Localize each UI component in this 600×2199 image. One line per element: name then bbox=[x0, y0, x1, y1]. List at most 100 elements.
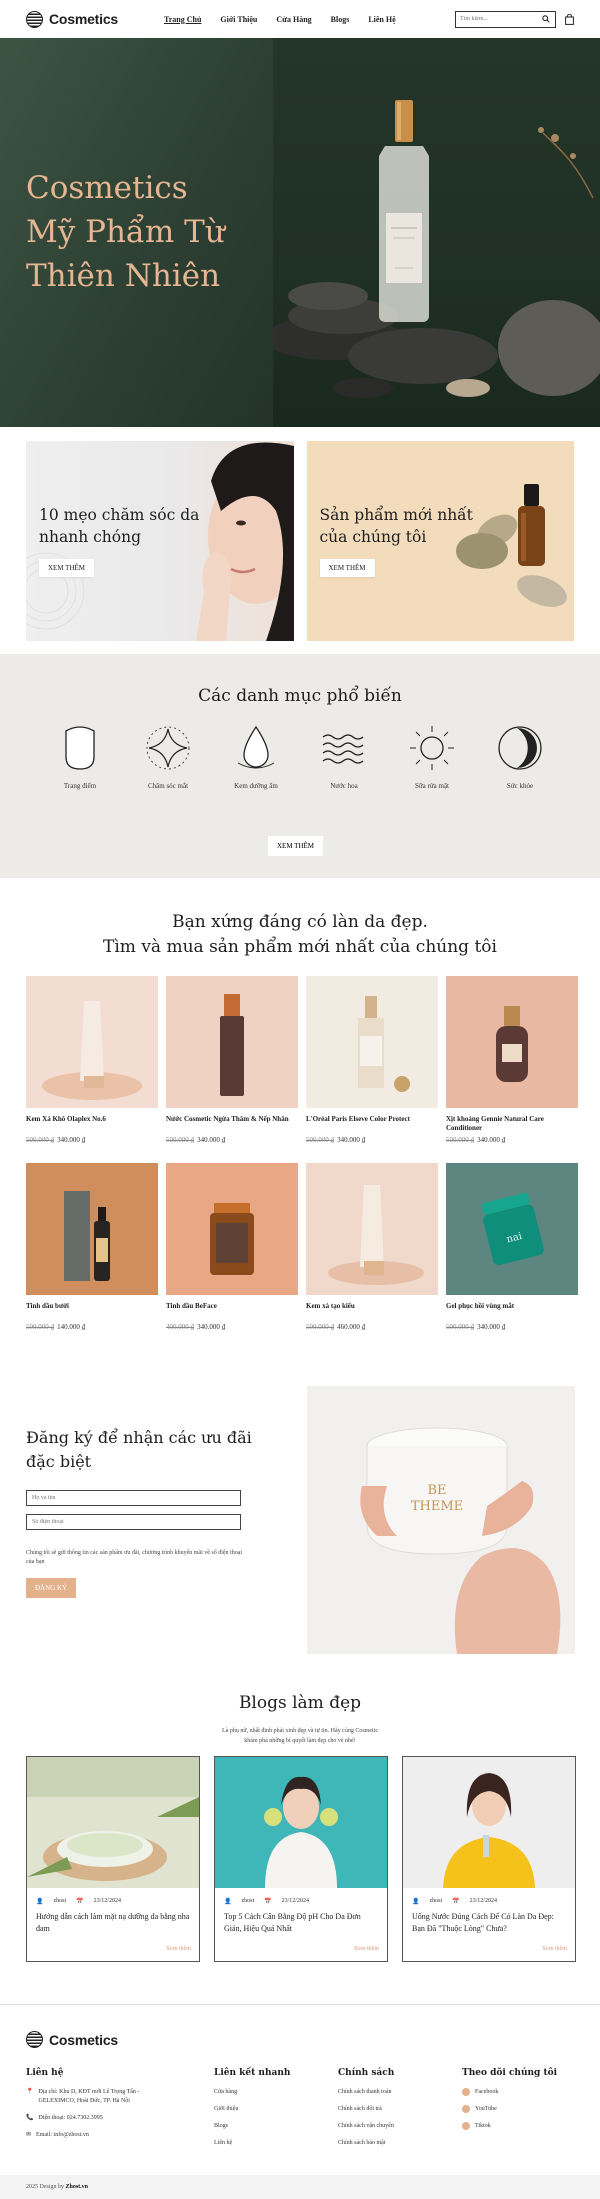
promo-tips-more-button[interactable]: XEM THÊM bbox=[39, 559, 95, 577]
footer-address: Địa chỉ: Khu D, KĐT mới Lê Trọng Tấn - G… bbox=[38, 2089, 140, 2104]
product-name[interactable]: L'Oréal Paris Elseve Color Protect bbox=[306, 1115, 438, 1133]
user-icon: 👤 bbox=[412, 1899, 420, 1905]
footer-contact: Liên hệ 📍 Địa chỉ: Khu D, KĐT mới Lê Trọn… bbox=[26, 2068, 176, 2148]
product-card[interactable]: nai Gel phục hồi vùng mắt 500.000 ₫ 340.0… bbox=[446, 1163, 578, 1350]
product-name[interactable]: Gel phục hồi vùng mắt bbox=[446, 1302, 578, 1320]
main-nav: Trang Chủ Giới Thiệu Cửa Hàng Blogs Liên… bbox=[164, 15, 396, 24]
footer-social-tiktok[interactable]: Tiktok bbox=[462, 2122, 572, 2131]
search-input[interactable] bbox=[460, 16, 542, 22]
promo-skincare-tips[interactable]: 10 mẹo chăm sóc da nhanh chóng XEM THÊM bbox=[26, 441, 294, 641]
promo-new-products-more-button[interactable]: XEM THÊM bbox=[319, 559, 375, 577]
footer-email[interactable]: Email: info@zhost.vn bbox=[36, 2131, 89, 2140]
blog-card[interactable]: 👤 zhost 📅 23/12/2024 Uống Nước Đúng Cách Để… bbox=[402, 1756, 576, 1962]
blog-meta: 👤 zhost 📅 23/12/2024 bbox=[215, 1888, 387, 1905]
product-card[interactable]: Xịt khoáng Gennie Natural Care Condition… bbox=[446, 976, 578, 1163]
product-name[interactable]: Tinh dầu BeFace bbox=[166, 1302, 298, 1320]
perfume-waves-icon bbox=[322, 734, 364, 764]
blog-read-more[interactable]: Xem thêm bbox=[354, 1946, 379, 1952]
product-name[interactable]: Nước Cosmetic Ngừa Thâm & Nếp Nhăn bbox=[166, 1115, 298, 1133]
footer-link-contact[interactable]: Liên hệ bbox=[214, 2139, 314, 2148]
product-name[interactable]: Kem Xả Khô Olaplex No.6 bbox=[26, 1115, 158, 1133]
category-cleanser[interactable]: Sữa rửa mặt bbox=[397, 723, 467, 790]
blog-image[interactable] bbox=[215, 1757, 387, 1888]
product-name[interactable]: Kem xả tạo kiểu bbox=[306, 1302, 438, 1320]
product-image[interactable] bbox=[166, 1163, 298, 1295]
product-old-price: 500.000 ₫ bbox=[26, 1136, 55, 1144]
search-icon[interactable] bbox=[541, 14, 551, 24]
blog-card[interactable]: 👤 zhost 📅 23/12/2024 Hướng dẫn cách làm mặt… bbox=[26, 1756, 200, 1962]
nav-item-blogs[interactable]: Blogs bbox=[331, 15, 350, 24]
moisturizer-drop-icon bbox=[237, 725, 275, 769]
name-input[interactable] bbox=[26, 1490, 241, 1506]
product-card[interactable]: Tinh dầu bưởi 500.000 ₫ 140.000 ₫ bbox=[26, 1163, 158, 1350]
product-old-price: 400.000 ₫ bbox=[166, 1323, 195, 1331]
products-heading-line-1: Bạn xứng đáng có làn da đẹp. bbox=[172, 912, 428, 932]
footer-phone[interactable]: Điện thoại: 024.7302.3995 bbox=[38, 2114, 102, 2123]
product-image[interactable] bbox=[306, 976, 438, 1108]
product-image[interactable]: nai bbox=[446, 1163, 578, 1295]
footer-social-youtube[interactable]: YouTube bbox=[462, 2105, 572, 2114]
footer-link-about[interactable]: Giới thiệu bbox=[214, 2105, 314, 2114]
logo-mark-icon bbox=[26, 10, 43, 28]
product-card[interactable]: Tinh dầu BeFace 400.000 ₫ 340.000 ₫ bbox=[166, 1163, 298, 1350]
subscribe-button[interactable]: ĐĂNG KÝ bbox=[26, 1578, 77, 1598]
nav-item-home[interactable]: Trang Chủ bbox=[164, 15, 201, 24]
promo-new-products[interactable]: Sản phẩm mới nhất của chúng tôi XEM THÊM bbox=[306, 441, 574, 641]
phone-input[interactable] bbox=[26, 1514, 241, 1530]
footer-policy-returns[interactable]: Chính sách đổi trả bbox=[338, 2105, 448, 2114]
category-moisturizer[interactable]: Kem dưỡng ẩm bbox=[221, 723, 291, 790]
blog-card[interactable]: 👤 zhost 📅 23/12/2024 Top 5 Cách Cân Bằng Độ… bbox=[214, 1756, 388, 1962]
blogs-intro-line-2: khám phá những bí quyết làm đẹp cho vẻ n… bbox=[244, 1738, 356, 1744]
category-health[interactable]: Sức khỏe bbox=[485, 723, 555, 790]
cart-icon[interactable] bbox=[564, 13, 574, 25]
product-card[interactable]: Nước Cosmetic Ngừa Thâm & Nếp Nhăn 500.0… bbox=[166, 976, 298, 1163]
product-image[interactable] bbox=[26, 976, 158, 1108]
products-heading-line-2: Tìm và mua sản phẩm mới nhất của chúng t… bbox=[103, 937, 497, 957]
product-name[interactable]: Tinh dầu bưởi bbox=[26, 1302, 158, 1320]
product-grid: Kem Xả Khô Olaplex No.6 500.000 ₫ 340.000… bbox=[0, 976, 600, 1350]
product-image[interactable] bbox=[306, 1163, 438, 1295]
footer-logo[interactable]: Cosmetics bbox=[26, 2031, 156, 2048]
blog-read-more[interactable]: Xem thêm bbox=[542, 1946, 567, 1952]
product-image[interactable] bbox=[446, 976, 578, 1108]
logo-mark-icon bbox=[26, 2031, 43, 2048]
footer-policy-shipping[interactable]: Chính sách vận chuyển bbox=[338, 2122, 448, 2131]
product-card[interactable]: Kem xả tạo kiểu 500.000 ₫ 460.000 ₫ bbox=[306, 1163, 438, 1350]
footer-link-shop[interactable]: Cửa hàng bbox=[214, 2088, 314, 2097]
product-name[interactable]: Xịt khoáng Gennie Natural Care Condition… bbox=[446, 1115, 578, 1133]
product-price: 500.000 ₫ 140.000 ₫ bbox=[26, 1323, 158, 1331]
blog-meta: 👤 zhost 📅 23/12/2024 bbox=[27, 1888, 199, 1905]
blog-author: zhost bbox=[429, 1898, 443, 1904]
product-card[interactable]: Kem Xả Khô Olaplex No.6 500.000 ₫ 340.000… bbox=[26, 976, 158, 1163]
category-eye-care[interactable]: Chăm sóc mắt bbox=[133, 723, 203, 790]
footer-quick-links: Liên kết nhanh Cửa hàng Giới thiệu Blogs… bbox=[214, 2068, 314, 2156]
footer-social-facebook[interactable]: Facebook bbox=[462, 2088, 572, 2097]
product-image[interactable] bbox=[166, 976, 298, 1108]
logo[interactable]: Cosmetics bbox=[26, 10, 156, 28]
user-icon: 👤 bbox=[224, 1899, 232, 1905]
category-makeup[interactable]: Trang điểm bbox=[45, 723, 115, 790]
products-heading: Bạn xứng đáng có làn da đẹp. Tìm và mua … bbox=[0, 878, 600, 960]
blog-title[interactable]: Uống Nước Đúng Cách Để Có Làn Da Đẹp: Bạ… bbox=[403, 1905, 575, 1935]
blog-image[interactable] bbox=[27, 1757, 199, 1888]
product-card[interactable]: L'Oréal Paris Elseve Color Protect 500.0… bbox=[306, 976, 438, 1163]
copyright-brand[interactable]: Zhost.vn bbox=[66, 2184, 89, 2190]
blog-read-more[interactable]: Xem thêm bbox=[166, 1946, 191, 1952]
nav-item-contact[interactable]: Liên Hệ bbox=[368, 15, 395, 24]
hero-product-photo bbox=[263, 38, 600, 427]
promo-title-new-products: Sản phẩm mới nhất của chúng tôi bbox=[319, 506, 473, 546]
blog-title[interactable]: Hướng dẫn cách làm mặt nạ dưỡng da bằng … bbox=[27, 1905, 199, 1935]
categories-more-button[interactable]: XEM THÊM bbox=[268, 836, 324, 856]
footer-policy-privacy[interactable]: Chính sách bảo mật bbox=[338, 2139, 448, 2148]
category-perfume[interactable]: Nước hoa bbox=[309, 723, 379, 790]
product-price: 500.000 ₫ 340.000 ₫ bbox=[26, 1136, 158, 1144]
product-new-price: 340.000 ₫ bbox=[477, 1323, 506, 1331]
nav-item-about[interactable]: Giới Thiệu bbox=[220, 15, 257, 24]
product-image[interactable] bbox=[26, 1163, 158, 1295]
category-label: Sức khỏe bbox=[506, 782, 534, 790]
nav-item-shop[interactable]: Cửa Hàng bbox=[276, 15, 311, 24]
blog-title[interactable]: Top 5 Cách Cân Bằng Độ pH Cho Da Đơn Giả… bbox=[215, 1905, 387, 1935]
blog-image[interactable] bbox=[403, 1757, 575, 1888]
footer-policy-payment[interactable]: Chính sách thanh toán bbox=[338, 2088, 448, 2097]
footer-link-blogs[interactable]: Blogs bbox=[214, 2122, 314, 2131]
